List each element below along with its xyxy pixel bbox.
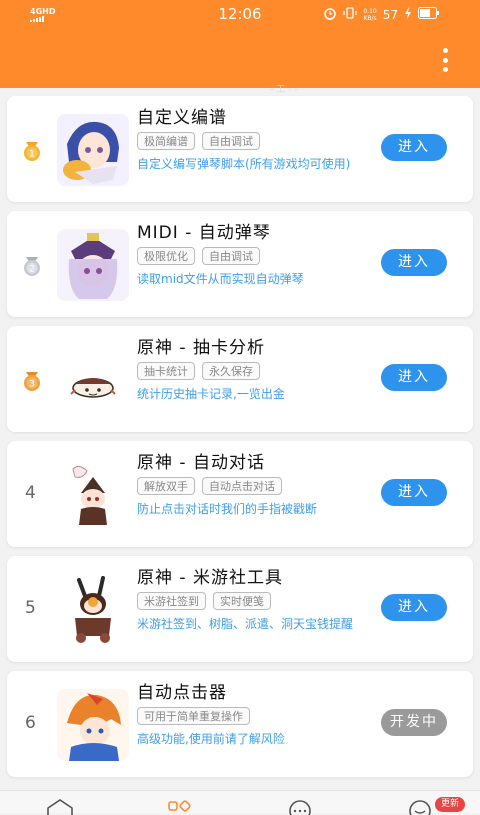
app-bar	[0, 30, 480, 88]
list-item[interactable]: 4 原神 - 自动对话 解放双手 自动点击对话 防止点击对话时我们的手指被戳断 …	[7, 441, 473, 547]
rank-number: 6	[25, 713, 36, 733]
item-tag: 可用于简单重复操作	[137, 707, 250, 725]
faint-header-text: - 工 - -	[270, 85, 298, 95]
bronze-medal-icon: 3	[24, 372, 40, 391]
battery-level: 57	[382, 7, 398, 22]
rank-number: 5	[25, 598, 36, 618]
more-vertical-icon[interactable]	[442, 48, 448, 72]
item-thumbnail	[57, 574, 129, 646]
enter-button[interactable]: 进入	[381, 479, 447, 506]
item-thumbnail	[57, 689, 129, 761]
enter-button[interactable]: 进入	[381, 249, 447, 276]
bottom-nav	[0, 790, 480, 815]
item-description: 防止点击对话时我们的手指被戳断	[137, 502, 318, 516]
enter-button[interactable]: 进入	[381, 134, 447, 161]
item-description: 读取mid文件从而实现自动弹琴	[137, 272, 304, 286]
item-tag: 实时便笺	[213, 592, 271, 610]
item-tag: 自由调试	[202, 132, 260, 150]
item-thumbnail	[57, 344, 129, 416]
item-title: 原神 - 抽卡分析	[137, 338, 265, 358]
enter-button[interactable]: 进入	[381, 364, 447, 391]
alarm-icon	[323, 6, 337, 23]
net-speed: 0.10 KB/s	[363, 7, 377, 22]
item-tag: 解放双手	[137, 477, 195, 495]
gold-medal-icon: 1	[24, 142, 40, 161]
item-tags: 可用于简单重复操作	[137, 707, 250, 725]
item-tags: 极简编谱 自由调试	[137, 132, 260, 150]
svg-text:1: 1	[29, 150, 35, 160]
item-description: 米游社签到、树脂、派遣、洞天宝钱提醒	[137, 617, 354, 631]
item-tags: 抽卡统计 永久保存	[137, 362, 260, 380]
item-tags: 极限优化 自由调试	[137, 247, 260, 265]
update-badge: 更新	[435, 797, 466, 812]
item-title: 原神 - 米游社工具	[137, 568, 283, 588]
item-tag: 米游社签到	[137, 592, 206, 610]
charging-icon	[404, 7, 412, 22]
item-tag: 自由调试	[202, 247, 260, 265]
item-tags: 解放双手 自动点击对话	[137, 477, 282, 495]
battery-icon	[418, 7, 440, 22]
item-tag: 自动点击对话	[202, 477, 282, 495]
item-description: 统计历史抽卡记录,一览出金	[137, 387, 285, 401]
item-tag: 永久保存	[202, 362, 260, 380]
item-tag: 极限优化	[137, 247, 195, 265]
svg-text:3: 3	[29, 380, 35, 390]
list-item[interactable]: 3 原神 - 抽卡分析 抽卡统计 永久保存 统计历史抽卡记录,一览出金 进入	[7, 326, 473, 432]
status-icons: 0.10 KB/s 57	[323, 6, 440, 23]
enter-button[interactable]: 进入	[381, 594, 447, 621]
item-description: 高级功能,使用前请了解风险	[137, 732, 285, 746]
list-item[interactable]: 5 原神 - 米游社工具 米游社签到 实时便笺 米游社签到、树脂、派遣、洞天宝钱…	[7, 556, 473, 662]
item-title: 原神 - 自动对话	[137, 453, 265, 473]
item-title: 自定义编谱	[137, 108, 227, 128]
item-tags: 米游社签到 实时便笺	[137, 592, 271, 610]
item-thumbnail	[57, 459, 129, 531]
list-item[interactable]: 1 自定义编谱 极简编谱 自由调试 自定义编写弹琴脚本(所有游戏均可使用) 进入	[7, 96, 473, 202]
item-tag: 抽卡统计	[137, 362, 195, 380]
list-item[interactable]: 6 自动点击器 可用于简单重复操作 高级功能,使用前请了解风险 开发中	[7, 671, 473, 777]
item-title: 自动点击器	[137, 683, 227, 703]
in-development-button[interactable]: 开发中	[381, 709, 447, 736]
item-thumbnail	[57, 229, 129, 301]
item-thumbnail	[57, 114, 129, 186]
silver-medal-icon: 2	[24, 257, 40, 276]
rank-number: 4	[25, 483, 36, 503]
list-item[interactable]: 2 MIDI - 自动弹琴 极限优化 自由调试 读取mid文件从而实现自动弹琴 …	[7, 211, 473, 317]
svg-text:2: 2	[29, 265, 35, 275]
item-title: MIDI - 自动弹琴	[137, 223, 271, 243]
item-description: 自定义编写弹琴脚本(所有游戏均可使用)	[137, 157, 351, 171]
item-tag: 极简编谱	[137, 132, 195, 150]
vibrate-icon	[343, 6, 357, 23]
status-bar: 4GHD 12:06 0.10 KB/s 57	[0, 0, 480, 30]
